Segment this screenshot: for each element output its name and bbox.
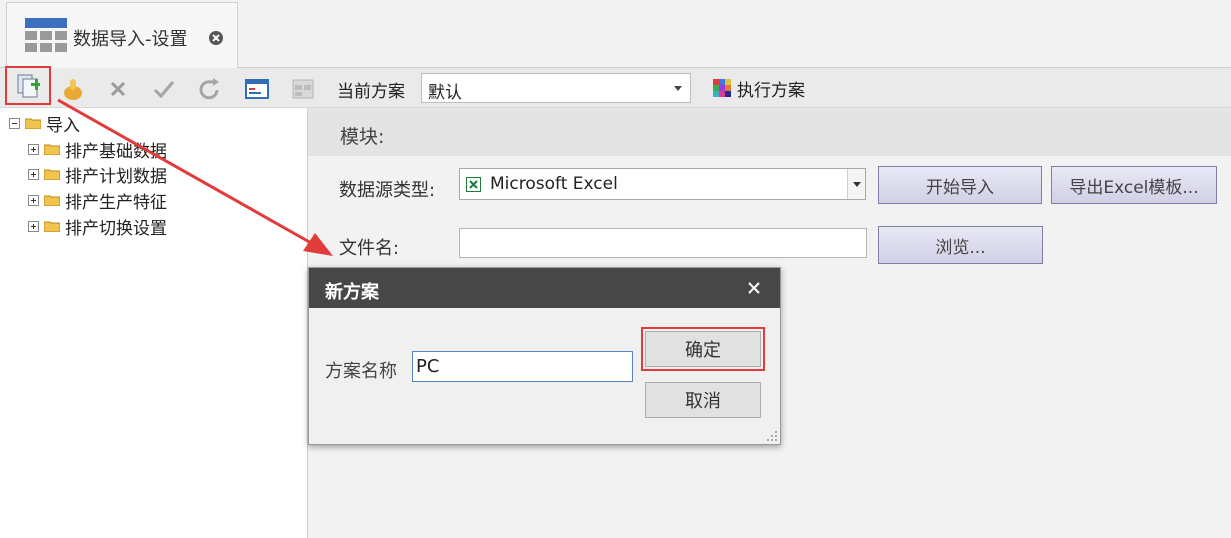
export-excel-template-button[interactable]: 导出Excel模板... xyxy=(1051,166,1217,204)
close-icon[interactable] xyxy=(744,278,764,298)
dialog-titlebar: 新方案 xyxy=(309,268,780,308)
tab-strip: 数据导入-设置 xyxy=(0,0,1231,68)
tree-item-label: 导入 xyxy=(46,115,80,136)
confirm-button[interactable] xyxy=(149,74,179,104)
execute-scheme-button[interactable]: 执行方案 xyxy=(712,73,805,103)
table-icon xyxy=(25,18,67,52)
start-import-button[interactable]: 开始导入 xyxy=(878,166,1042,204)
tree-item-switch-settings[interactable]: 排产切换设置 xyxy=(28,215,167,239)
tab-title: 数据导入-设置 xyxy=(73,29,188,50)
datasource-type-select[interactable]: Microsoft Excel xyxy=(459,168,866,200)
grid-layout-icon xyxy=(292,79,314,99)
window-icon xyxy=(245,79,269,99)
window-button[interactable] xyxy=(242,74,272,104)
expand-icon[interactable] xyxy=(28,143,39,155)
execute-scheme-label: 执行方案 xyxy=(737,80,805,101)
tree-item-base-data[interactable]: 排产基础数据 xyxy=(28,138,167,162)
excel-icon xyxy=(466,177,481,192)
current-scheme-select[interactable]: 默认 xyxy=(421,73,691,103)
tree-item-label: 排产计划数据 xyxy=(65,166,167,187)
delete-x-icon xyxy=(110,81,126,97)
checkmark-icon xyxy=(153,81,175,99)
edit-scheme-button[interactable] xyxy=(58,74,88,104)
folder-icon xyxy=(44,169,60,180)
current-scheme-label: 当前方案 xyxy=(337,82,405,102)
module-header: 模块: xyxy=(308,108,1231,156)
tree-item-production-features[interactable]: 排产生产特征 xyxy=(28,189,167,213)
pointer-hand-icon xyxy=(64,79,82,100)
datasource-type-label: 数据源类型: xyxy=(339,180,436,201)
chevron-down-icon[interactable] xyxy=(847,169,865,199)
redo-icon xyxy=(199,78,219,100)
resize-grip-icon[interactable] xyxy=(766,430,778,442)
new-document-icon xyxy=(17,74,40,97)
new-scheme-button[interactable] xyxy=(5,66,51,105)
tree-item-label: 排产基础数据 xyxy=(65,141,167,162)
toolbar: 当前方案 默认 执行方案 xyxy=(0,66,1231,108)
tree-item-import[interactable]: 导入 xyxy=(9,112,80,136)
scheme-name-input[interactable]: PC xyxy=(412,351,633,382)
filename-label: 文件名: xyxy=(339,238,400,259)
datasource-type-value: Microsoft Excel xyxy=(490,174,618,194)
ok-button[interactable]: 确定 xyxy=(641,327,765,371)
redo-button[interactable] xyxy=(195,74,225,104)
filename-input[interactable] xyxy=(459,228,867,258)
delete-button[interactable] xyxy=(103,74,133,104)
module-label: 模块: xyxy=(340,126,385,148)
new-scheme-dialog: 新方案 方案名称 PC 确定 取消 xyxy=(308,267,781,445)
folder-icon xyxy=(44,195,60,206)
tree-item-plan-data[interactable]: 排产计划数据 xyxy=(28,163,167,187)
tree-item-label: 排产切换设置 xyxy=(65,218,167,239)
expand-icon[interactable] xyxy=(28,194,39,206)
tab-data-import-settings[interactable]: 数据导入-设置 xyxy=(6,2,238,68)
expand-icon[interactable] xyxy=(28,220,39,232)
color-grid-icon xyxy=(713,79,731,97)
folder-icon xyxy=(25,118,41,129)
current-scheme-value: 默认 xyxy=(428,83,462,103)
folder-icon xyxy=(44,221,60,232)
chevron-down-icon xyxy=(674,86,682,91)
dialog-title: 新方案 xyxy=(325,282,379,303)
layout-button[interactable] xyxy=(288,74,318,104)
module-tree: 导入 排产基础数据 排产计划数据 排产生产特征 排产切换设置 xyxy=(0,108,308,538)
close-tab-icon[interactable] xyxy=(208,30,224,46)
collapse-icon[interactable] xyxy=(9,117,20,129)
scheme-name-label: 方案名称 xyxy=(325,361,397,382)
cancel-button[interactable]: 取消 xyxy=(645,382,761,418)
browse-button[interactable]: 浏览... xyxy=(878,226,1043,264)
expand-icon[interactable] xyxy=(28,168,39,180)
folder-icon xyxy=(44,144,60,155)
tree-item-label: 排产生产特征 xyxy=(65,192,167,213)
